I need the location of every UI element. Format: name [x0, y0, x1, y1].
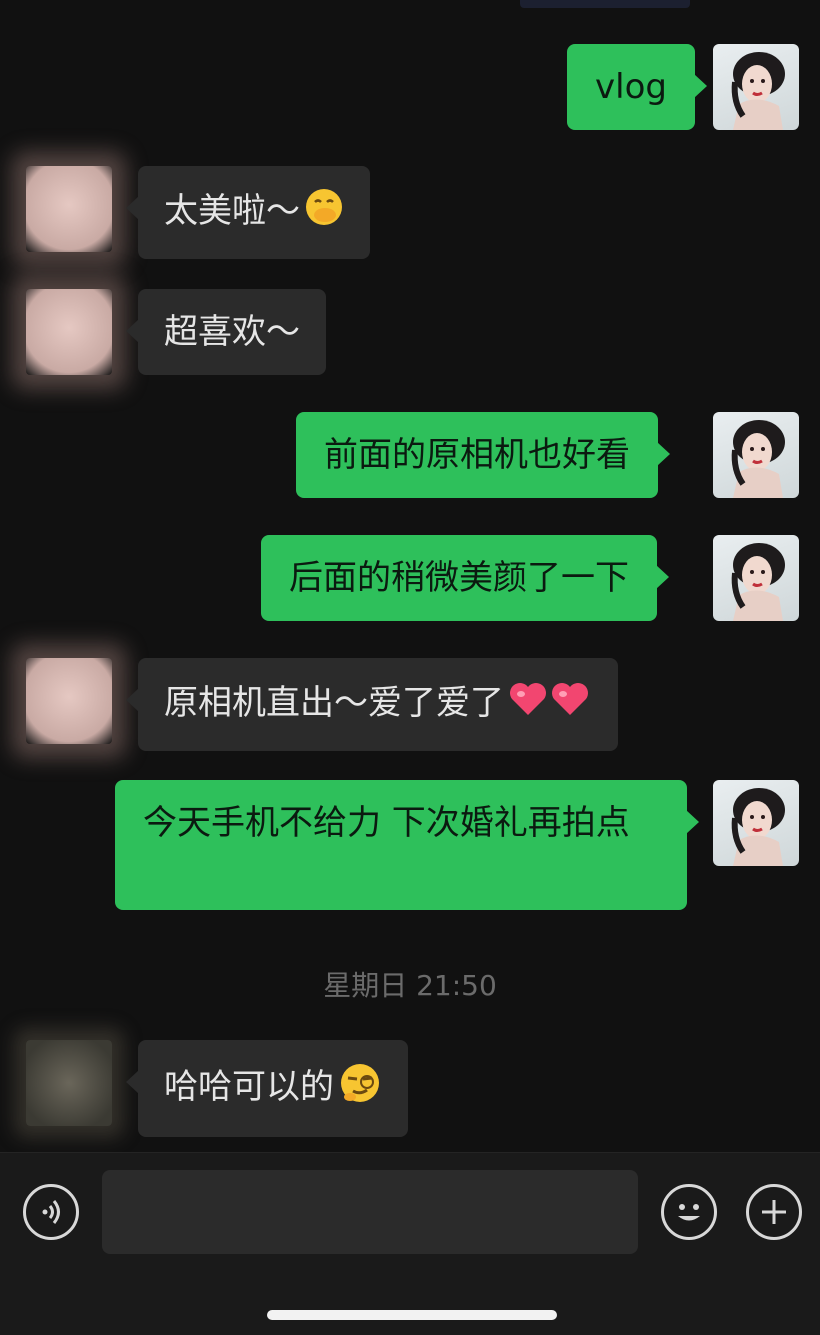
message-bubble-self[interactable]: 今天手机不给力 下次婚礼再拍点 — [115, 780, 699, 910]
plus-icon[interactable] — [746, 1184, 802, 1240]
chat-area[interactable]: vlog 太美啦～ 超喜欢～ 前面的原相机也好看 后面的稍微美颜了一下 原相机直… — [0, 0, 820, 1150]
two-red-hearts-icon — [508, 679, 592, 730]
portrait-icon — [731, 543, 785, 621]
message-bubble-other[interactable]: 太美啦～ — [126, 166, 370, 259]
message-text: 超喜欢～ — [164, 312, 300, 352]
message-bubble-self[interactable]: 前面的原相机也好看 — [296, 412, 670, 498]
message-text: vlog — [595, 67, 667, 107]
portrait-icon — [731, 420, 785, 498]
portrait-icon — [731, 788, 785, 866]
self-avatar[interactable] — [713, 535, 799, 621]
message-bubble-other[interactable]: 超喜欢～ — [126, 289, 326, 375]
message-text: 原相机直出～爱了爱了 — [164, 683, 504, 723]
message-bubble-self[interactable]: vlog — [567, 44, 707, 130]
self-avatar[interactable] — [713, 412, 799, 498]
message-bubble-other[interactable]: 哈哈可以的 — [126, 1040, 408, 1137]
face-with-hand-over-mouth-icon — [304, 187, 344, 238]
voice-icon[interactable] — [23, 1184, 79, 1240]
home-indicator — [267, 1310, 557, 1320]
message-text: 今天手机不给力 下次婚礼再拍点 — [143, 803, 630, 843]
contact-avatar-blurred[interactable] — [26, 166, 112, 252]
contact-avatar-blurred[interactable] — [26, 289, 112, 375]
message-text: 哈哈可以的 — [164, 1067, 334, 1107]
message-text: 前面的原相机也好看 — [324, 435, 630, 475]
message-bubble-self[interactable]: 后面的稍微美颜了一下 — [261, 535, 669, 621]
emoji-smile-icon[interactable] — [661, 1184, 717, 1240]
chat-input-bar — [0, 1152, 820, 1335]
timestamp-divider: 星期日 21:50 — [323, 969, 497, 1002]
self-avatar[interactable] — [713, 44, 799, 130]
portrait-icon — [731, 52, 785, 130]
message-text: 后面的稍微美颜了一下 — [289, 558, 629, 598]
self-avatar[interactable] — [713, 780, 799, 866]
message-text: 太美啦～ — [164, 191, 300, 231]
message-input[interactable] — [102, 1170, 638, 1254]
contact-avatar-blurred[interactable] — [26, 658, 112, 744]
contact-avatar-blurred[interactable] — [26, 1040, 112, 1126]
message-bubble-other[interactable]: 原相机直出～爱了爱了 — [126, 658, 618, 751]
smirking-face-with-monocle-icon — [338, 1061, 382, 1116]
